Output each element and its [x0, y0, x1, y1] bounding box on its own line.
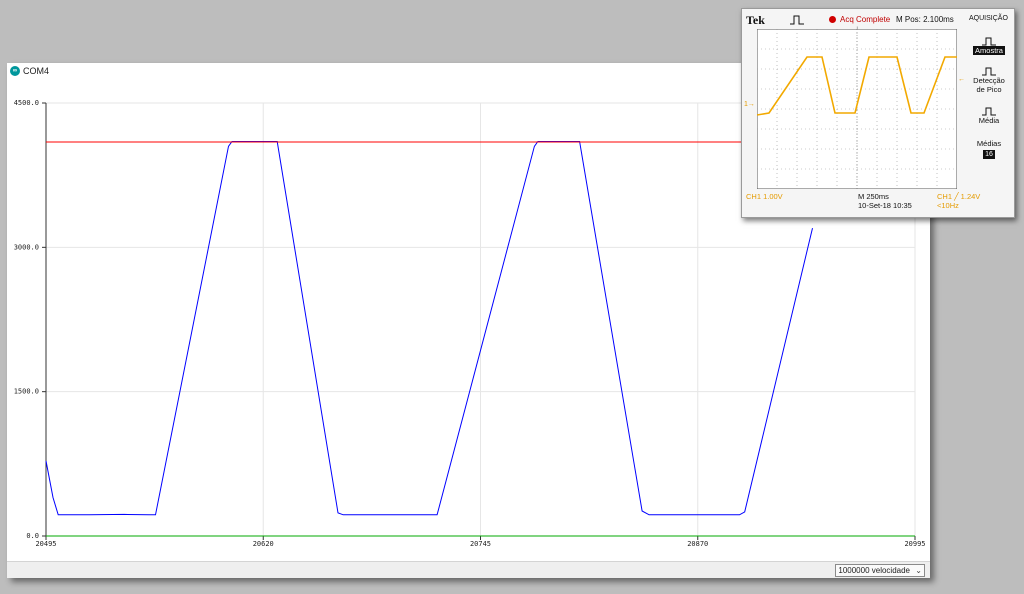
pulse-icon [982, 37, 996, 46]
menu-item-amostra[interactable]: Amostra [966, 37, 1012, 55]
oscilloscope-screenshot: Tek Acq Complete M Pos: 2.100ms ↓ AQUISI… [741, 8, 1015, 218]
trigger-frequency: <10Hz [937, 201, 959, 210]
scope-brand: Tek [746, 13, 765, 27]
menu-item-label: Amostra [973, 46, 1005, 55]
menu-item-medias[interactable]: Médias 16 [966, 139, 1012, 159]
x-tick-label: 20995 [904, 540, 925, 548]
x-tick-label: 20620 [253, 540, 274, 548]
baud-rate-value: 1000000 velocidade [838, 566, 910, 575]
ch1-ground-marker: 1→ [744, 101, 755, 108]
timebase: M 250ms [858, 192, 889, 201]
trigger-setting: CH1 ╱ 1.24V [937, 192, 981, 201]
acquisition-status-icon [829, 16, 836, 23]
acquisition-status: Acq Complete [840, 15, 891, 24]
y-tick-label: 1500.0 [14, 388, 39, 396]
pulse-icon [982, 67, 996, 76]
x-tick-label: 20745 [470, 540, 491, 548]
scope-display [757, 29, 957, 189]
y-tick-label: 0.0 [26, 532, 39, 540]
status-bar: 1000000 velocidade ⌄ [7, 561, 930, 578]
pulse-icon [790, 15, 804, 25]
y-tick-label: 4500.0 [14, 99, 39, 107]
menu-item-media[interactable]: Média [966, 107, 1012, 125]
menu-item-deteccao[interactable]: Detecção de Pico [966, 67, 1012, 94]
menu-title: AQUISIÇÃO [969, 15, 1008, 22]
horizontal-position: M Pos: 2.100ms [896, 15, 954, 24]
y-tick-label: 3000.0 [14, 243, 39, 251]
pulse-icon [982, 107, 996, 116]
x-tick-label: 20870 [687, 540, 708, 548]
trigger-level-marker: ← [958, 76, 965, 83]
date-time: 10-Set-18 10:35 [858, 201, 912, 210]
chevron-down-icon: ⌄ [915, 566, 922, 575]
baud-rate-select[interactable]: 1000000 velocidade ⌄ [835, 564, 925, 577]
menu-item-label: Detecção de Pico [973, 76, 1005, 94]
averages-count: 16 [983, 150, 995, 159]
menu-item-label: Média [978, 116, 1000, 125]
menu-item-label: Médias [976, 139, 1002, 148]
x-tick-label: 20495 [35, 540, 56, 548]
ch1-scale: CH1 1.00V [746, 192, 783, 201]
